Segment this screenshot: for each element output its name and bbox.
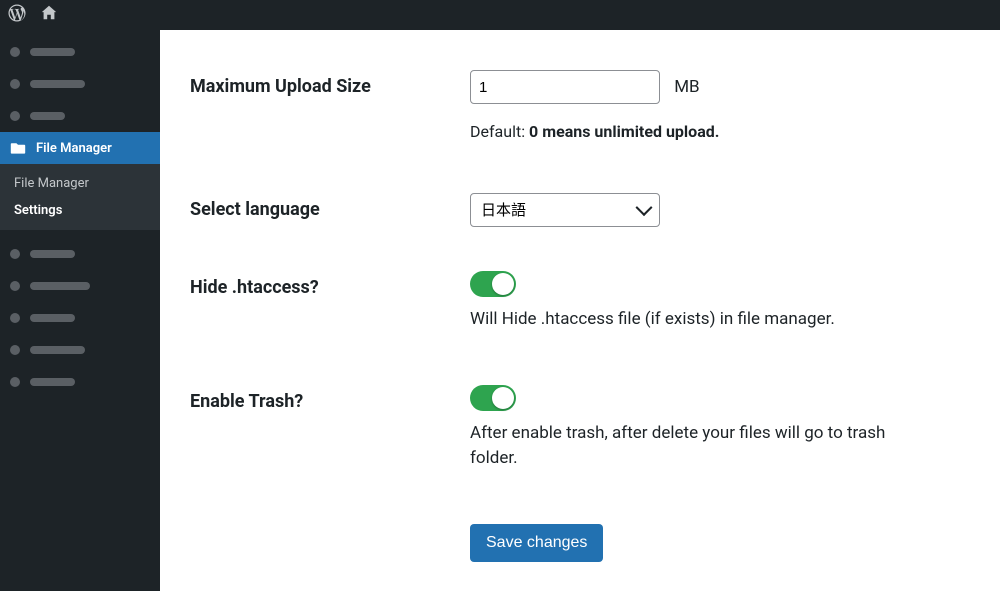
menu-bullet-icon bbox=[10, 47, 20, 57]
upload-size-label: Maximum Upload Size bbox=[190, 70, 470, 97]
sidebar-item-file-manager[interactable]: File Manager bbox=[0, 132, 160, 164]
sidebar-item-placeholder[interactable] bbox=[0, 100, 160, 132]
enable-trash-label: Enable Trash? bbox=[190, 385, 470, 412]
hide-htaccess-toggle[interactable] bbox=[470, 271, 516, 297]
sidebar-item-placeholder[interactable] bbox=[0, 302, 160, 334]
language-label: Select language bbox=[190, 193, 470, 220]
submenu-item-file-manager[interactable]: File Manager bbox=[0, 170, 160, 197]
menu-bullet-icon bbox=[10, 111, 20, 121]
sidebar-item-placeholder[interactable] bbox=[0, 366, 160, 398]
row-submit: Save changes bbox=[470, 524, 970, 562]
menu-bullet-icon bbox=[10, 377, 20, 387]
menu-bullet-icon bbox=[10, 249, 20, 259]
toggle-knob-icon bbox=[492, 387, 514, 409]
sidebar-item-placeholder[interactable] bbox=[0, 334, 160, 366]
language-select-wrap: 日本語 bbox=[470, 193, 660, 227]
menu-placeholder-text bbox=[30, 80, 85, 88]
sidebar-item-placeholder[interactable] bbox=[0, 238, 160, 270]
admin-bar bbox=[0, 0, 1000, 30]
hide-htaccess-label: Hide .htaccess? bbox=[190, 271, 470, 298]
row-language: Select language 日本語 bbox=[190, 193, 970, 227]
menu-placeholder-text bbox=[30, 112, 65, 120]
upload-size-help: Default: 0 means unlimited upload. bbox=[470, 122, 930, 141]
menu-placeholder-text bbox=[30, 48, 75, 56]
sidebar-submenu-file-manager: File Manager Settings bbox=[0, 164, 160, 230]
sidebar-item-label: File Manager bbox=[36, 141, 112, 156]
upload-size-input[interactable] bbox=[470, 70, 660, 104]
menu-placeholder-text bbox=[30, 282, 90, 290]
enable-trash-desc: After enable trash, after delete your fi… bbox=[470, 421, 930, 472]
sidebar-item-placeholder[interactable] bbox=[0, 36, 160, 68]
folder-icon bbox=[10, 141, 26, 155]
row-hide-htaccess: Hide .htaccess? Will Hide .htaccess file… bbox=[190, 271, 970, 333]
settings-form: Maximum Upload Size MB Default: 0 means … bbox=[160, 30, 1000, 591]
row-upload-size: Maximum Upload Size MB Default: 0 means … bbox=[190, 70, 970, 141]
language-select[interactable]: 日本語 bbox=[470, 193, 660, 227]
menu-bullet-icon bbox=[10, 313, 20, 323]
hide-htaccess-desc: Will Hide .htaccess file (if exists) in … bbox=[470, 307, 930, 333]
menu-placeholder-text bbox=[30, 250, 75, 258]
submenu-item-settings[interactable]: Settings bbox=[0, 197, 160, 224]
sidebar-item-placeholder[interactable] bbox=[0, 270, 160, 302]
save-changes-button[interactable]: Save changes bbox=[470, 524, 603, 562]
enable-trash-toggle[interactable] bbox=[470, 385, 516, 411]
menu-placeholder-text bbox=[30, 314, 75, 322]
row-enable-trash: Enable Trash? After enable trash, after … bbox=[190, 385, 970, 472]
menu-bullet-icon bbox=[10, 281, 20, 291]
menu-placeholder-text bbox=[30, 346, 85, 354]
wordpress-logo-icon[interactable] bbox=[8, 4, 26, 26]
menu-placeholder-text bbox=[30, 378, 75, 386]
menu-bullet-icon bbox=[10, 345, 20, 355]
toggle-knob-icon bbox=[492, 273, 514, 295]
sidebar-item-placeholder[interactable] bbox=[0, 68, 160, 100]
admin-sidebar: File Manager File Manager Settings bbox=[0, 30, 160, 591]
upload-size-unit: MB bbox=[674, 77, 699, 97]
menu-bullet-icon bbox=[10, 79, 20, 89]
home-icon[interactable] bbox=[40, 4, 58, 26]
